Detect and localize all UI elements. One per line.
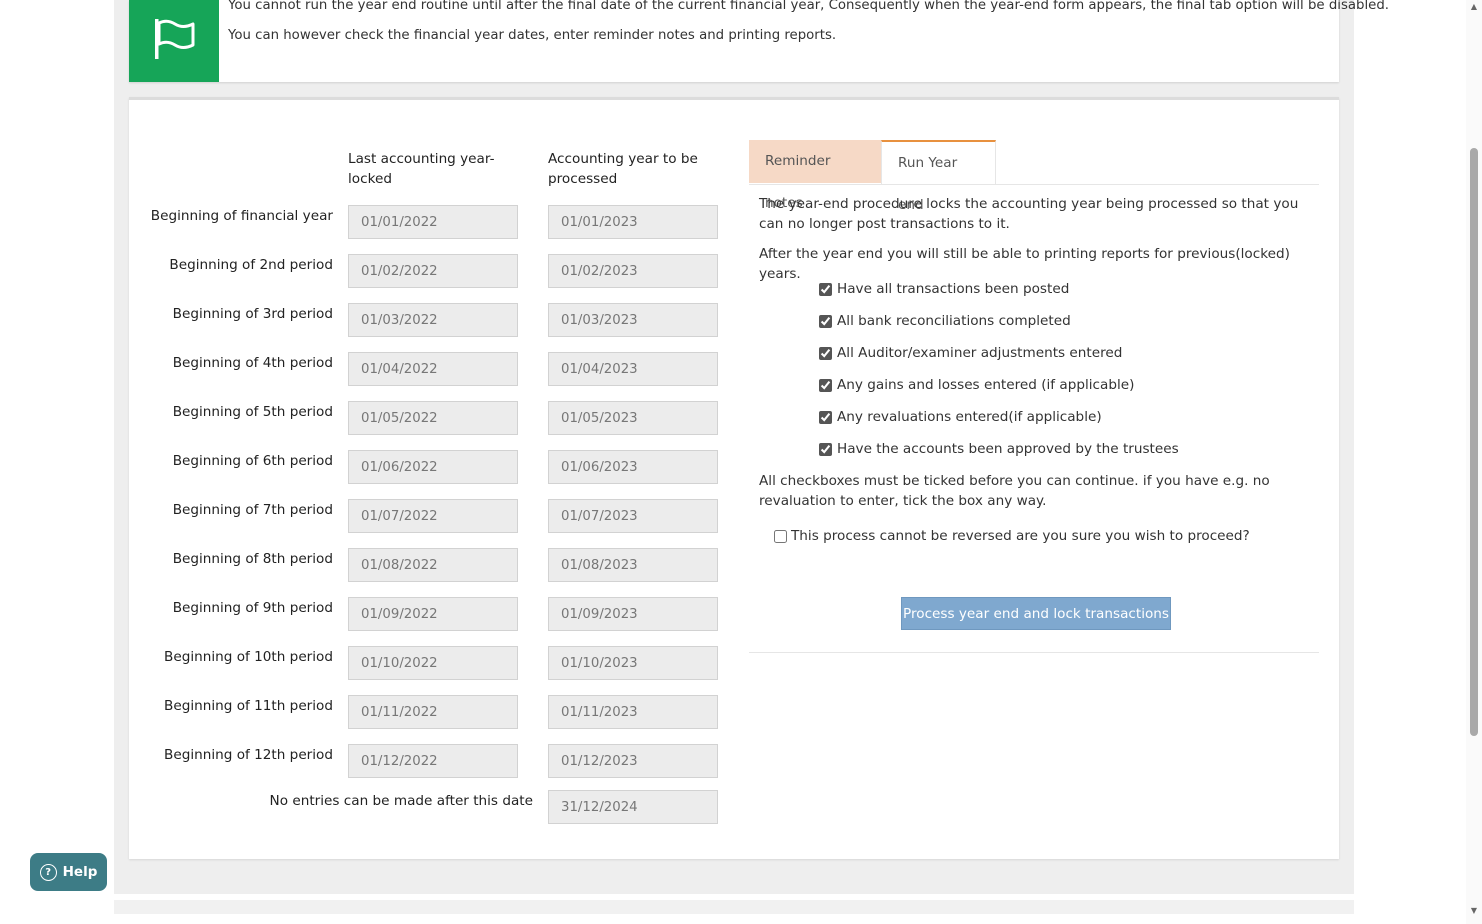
checklist-item[interactable]: Any revaluations entered(if applicable) [819,409,1102,425]
scroll-up-arrow-icon[interactable]: ▲ [1469,2,1479,12]
checklist-item[interactable]: All bank reconciliations completed [819,313,1071,329]
header-next-year-line2: processed [548,171,618,187]
next-year-date-field[interactable] [548,499,718,533]
checklist-checkbox[interactable] [819,442,832,456]
question-circle-icon: ? [39,863,57,881]
checklist-checkbox[interactable] [819,346,832,360]
header-next-year-line1: Accounting year to be [548,151,698,167]
last-year-date-field[interactable] [348,401,518,435]
period-label: Beginning of 9th period [172,600,333,616]
last-year-date-field[interactable] [348,499,518,533]
next-year-date-field[interactable] [548,450,718,484]
checklist-checkbox[interactable] [819,410,832,424]
reports-note: After the year end you will still be abl… [759,246,1290,282]
scroll-down-arrow-icon[interactable]: ▼ [1469,906,1479,916]
scroll-thumb[interactable] [1470,148,1478,736]
next-year-date-field[interactable] [548,597,718,631]
last-year-date-field[interactable] [348,303,518,337]
period-label: Beginning of 6th period [172,453,333,469]
period-label: Beginning of 7th period [172,502,333,518]
confirm-checkbox[interactable] [774,529,787,543]
period-label: Beginning of 3rd period [172,306,333,322]
next-year-date-field[interactable] [548,401,718,435]
footer-strip [114,900,1354,914]
process-year-end-button[interactable]: Process year end and lock transactions [901,597,1171,630]
checklist-checkbox[interactable] [819,378,832,392]
next-year-date-field[interactable] [548,352,718,386]
checklist-label: Have all transactions been posted [837,281,1070,297]
next-year-date-field[interactable] [548,695,718,729]
checklist-label: All bank reconciliations completed [837,313,1071,329]
last-year-date-field[interactable] [348,597,518,631]
run-year-end-panel: The year-end procedure locks the account… [749,184,1319,653]
last-year-date-field[interactable] [348,744,518,778]
checklist-label: Have the accounts been approved by the t… [837,441,1179,457]
period-label: Beginning of financial year [150,208,333,224]
intro-text: The year-end procedure locks the account… [759,196,1299,232]
period-label: Beginning of 11th period [164,698,333,714]
final-date-field[interactable] [548,790,718,824]
checklist-checkbox[interactable] [819,282,832,296]
checklist-item[interactable]: Any gains and losses entered (if applica… [819,377,1134,393]
checklist-label: All Auditor/examiner adjustments entered [837,345,1123,361]
period-label: Beginning of 10th period [164,649,333,665]
next-year-date-field[interactable] [548,646,718,680]
next-year-date-field[interactable] [548,744,718,778]
last-year-date-field[interactable] [348,450,518,484]
tab-run-year-end[interactable]: Run Year end [881,140,996,213]
year-end-tabs: Reminder notes Run Year end [749,140,1319,213]
checklist-checkbox[interactable] [819,314,832,328]
next-year-date-field[interactable] [548,254,718,288]
year-end-card: Last accounting year- locked Accounting … [129,97,1339,859]
last-year-date-field[interactable] [348,205,518,239]
period-label: Beginning of 5th period [172,404,333,420]
header-last-year-line1: Last accounting year- [348,151,495,167]
checklist-label: Any revaluations entered(if applicable) [837,409,1102,425]
page-scrollbar[interactable]: ▲ ▼ [1466,0,1482,924]
period-label: Beginning of 8th period [172,551,333,567]
period-label: Beginning of 2nd period [169,257,333,273]
checklist-item[interactable]: Have all transactions been posted [819,281,1069,297]
notice-line-2: You can however check the financial year… [228,28,837,43]
confirm-row[interactable]: This process cannot be reversed are you … [774,528,1250,544]
checklist-item[interactable]: All Auditor/examiner adjustments entered [819,345,1122,361]
header-last-year-line2: locked [348,171,392,187]
period-label: Beginning of 12th period [164,747,333,763]
confirm-label: This process cannot be reversed are you … [791,528,1250,544]
notice-icon-box [129,0,219,82]
period-label: Beginning of 4th period [172,355,333,371]
help-button[interactable]: ? Help [30,853,107,891]
year-end-notice: You cannot run the year end routine unti… [129,0,1389,82]
next-year-date-field[interactable] [548,205,718,239]
next-year-date-field[interactable] [548,548,718,582]
checkbox-instruction: All checkboxes must be ticked before you… [759,473,1270,509]
last-year-date-field[interactable] [348,695,518,729]
last-year-date-field[interactable] [348,254,518,288]
final-date-label: No entries can be made after this date [269,793,533,809]
checklist-label: Any gains and losses entered (if applica… [837,377,1135,393]
notice-line-1: You cannot run the year end routine unti… [228,0,1390,13]
last-year-date-field[interactable] [348,548,518,582]
next-year-date-field[interactable] [548,303,718,337]
header-last-year: Last accounting year- locked [348,149,518,189]
last-year-date-field[interactable] [348,352,518,386]
tab-reminder-notes[interactable]: Reminder notes [749,140,881,211]
header-next-year: Accounting year to be processed [548,149,718,189]
flag-icon [155,19,195,59]
last-year-date-field[interactable] [348,646,518,680]
checklist-item[interactable]: Have the accounts been approved by the t… [819,441,1179,457]
help-label: Help [62,864,98,880]
